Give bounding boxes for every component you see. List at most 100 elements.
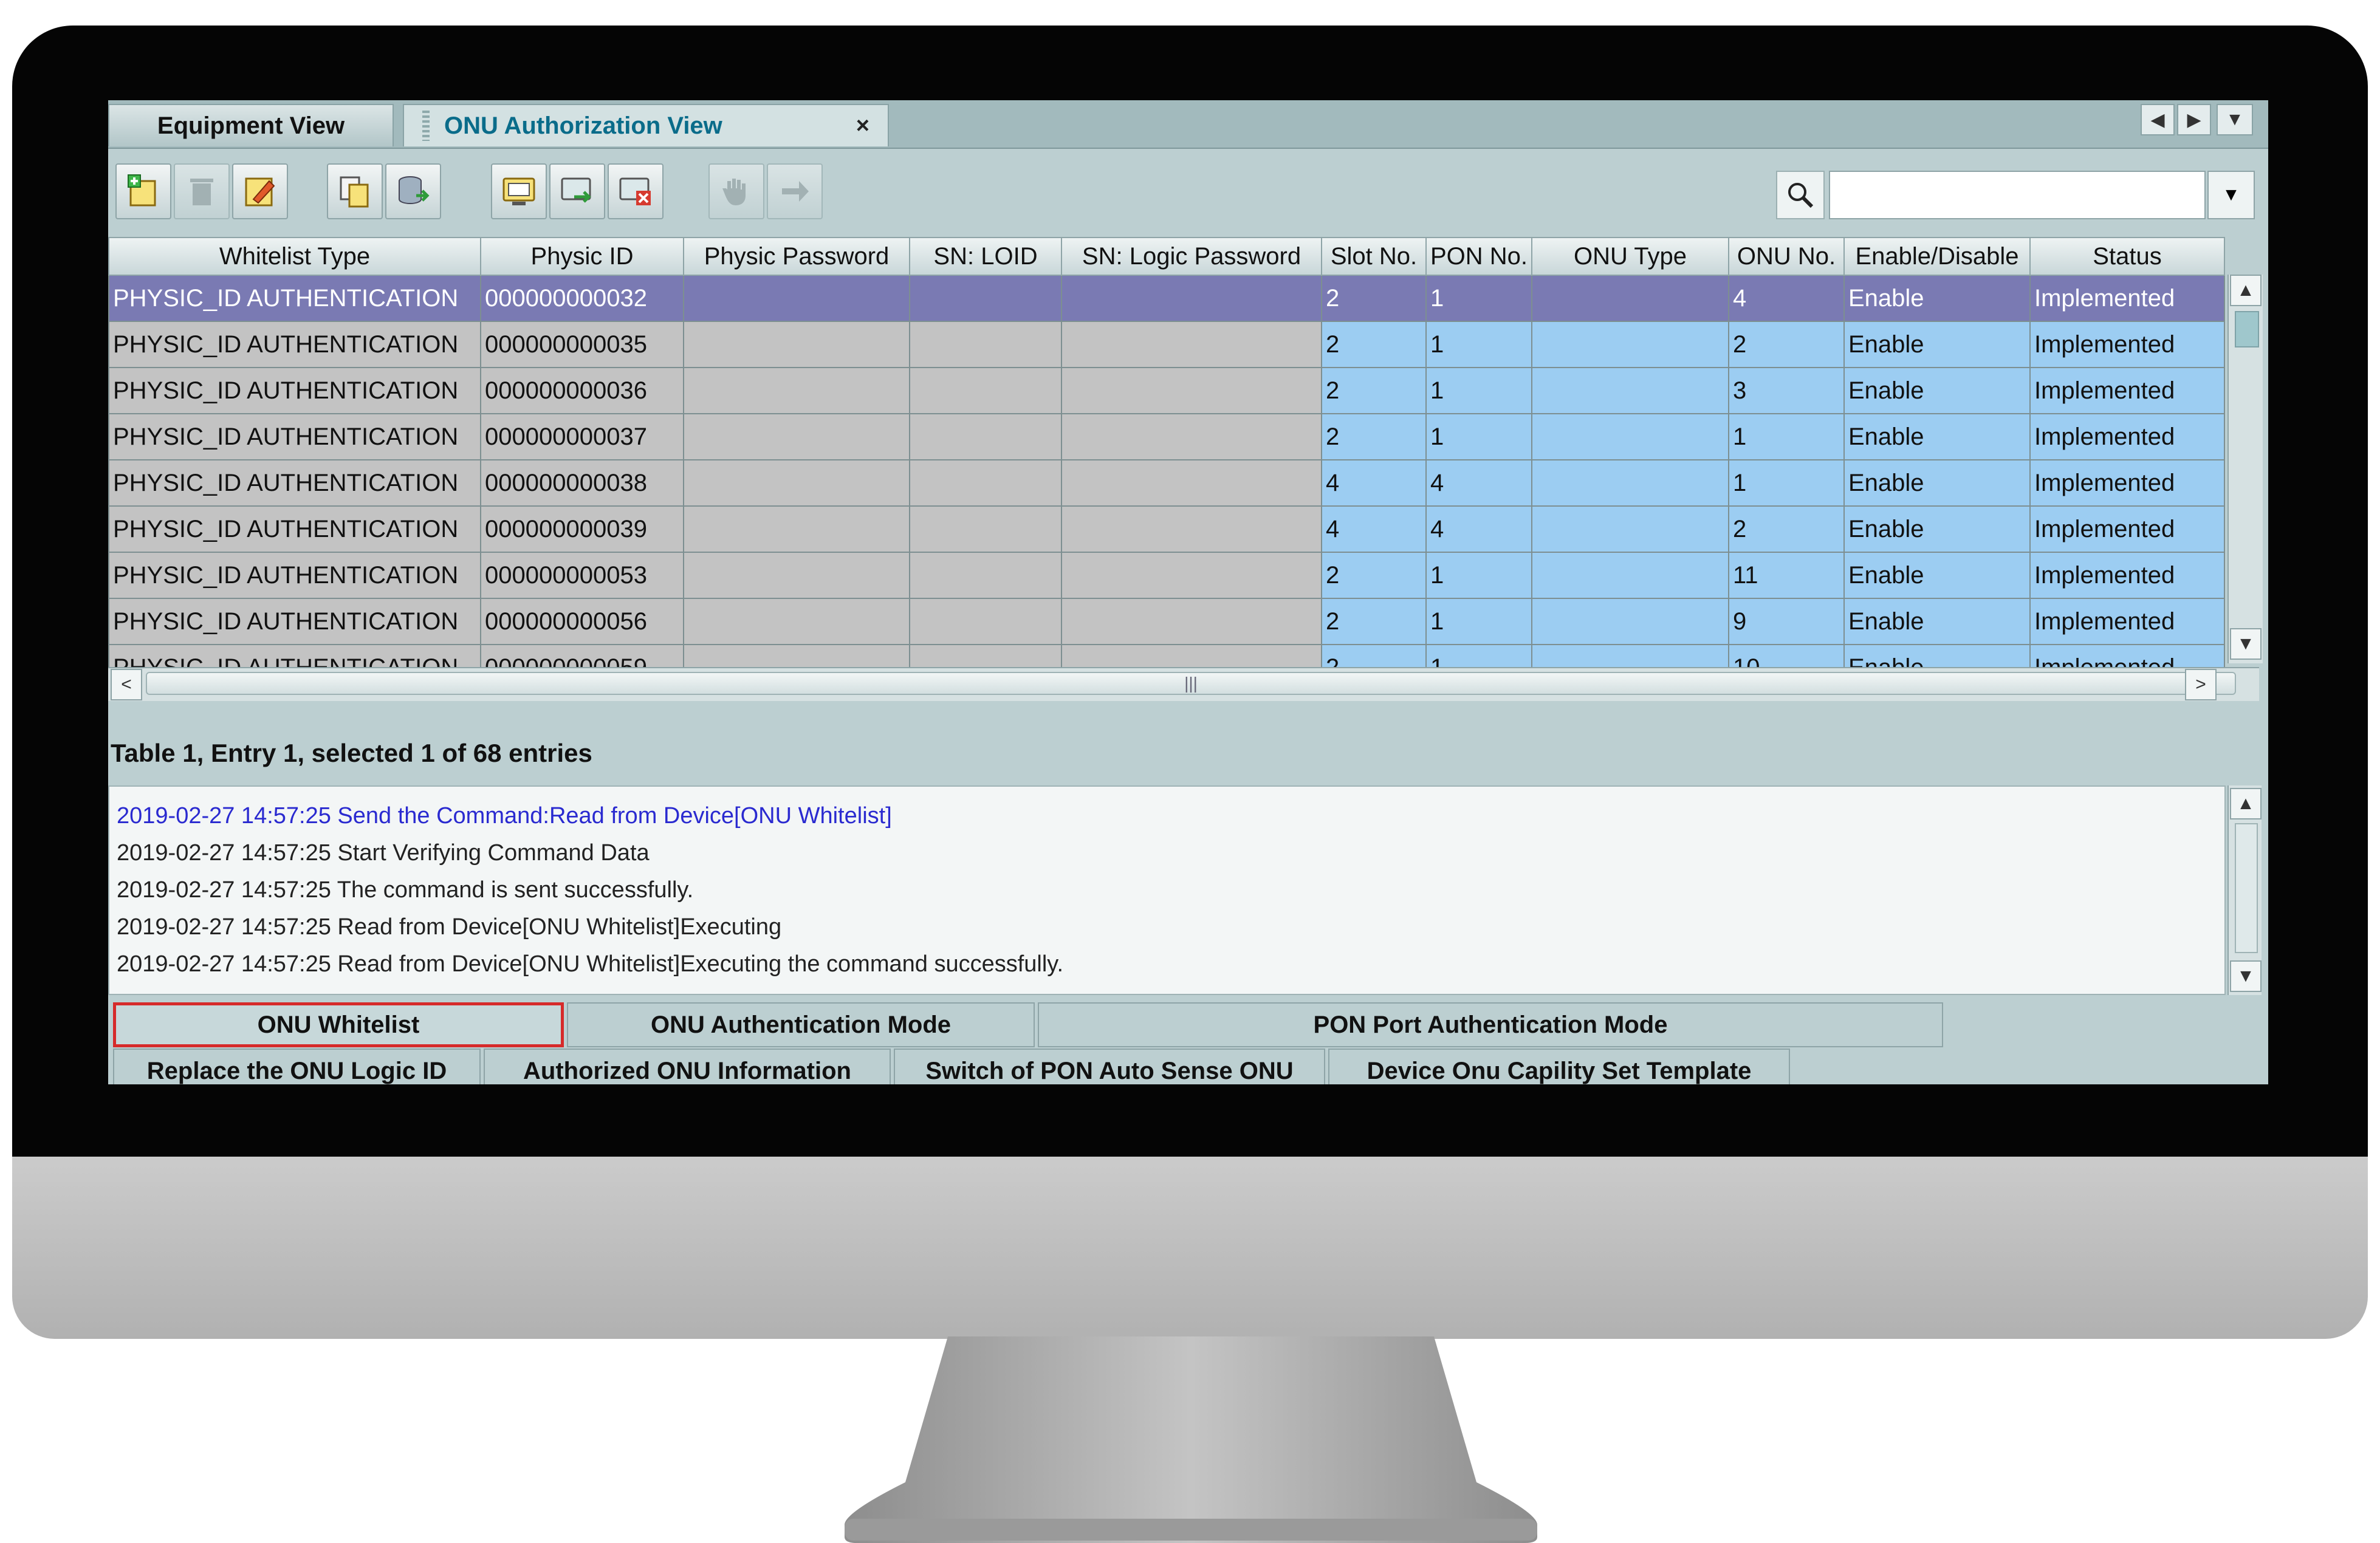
column-header[interactable]: SN: Logic Password — [1061, 237, 1322, 276]
copy-button[interactable] — [327, 163, 383, 219]
table-row[interactable]: PHYSIC_ID AUTHENTICATION 000000000037 2 1 1 E… — [108, 413, 2225, 460]
column-header[interactable]: SN: LOID — [909, 237, 1062, 276]
table-cell[interactable] — [683, 367, 910, 414]
table-cell[interactable] — [1061, 275, 1322, 322]
table-cell[interactable]: 2 — [1321, 598, 1427, 645]
table-cell[interactable] — [1531, 275, 1729, 322]
table-cell[interactable]: Implemented — [2029, 505, 2225, 553]
table-row[interactable]: PHYSIC_ID AUTHENTICATION 000000000032 2 1 4 E… — [108, 275, 2225, 322]
scroll-left-icon[interactable]: < — [111, 669, 142, 700]
table-cell[interactable]: 1 — [1425, 552, 1532, 599]
table-cell[interactable]: Enable — [1843, 321, 2031, 368]
table-cell[interactable]: Enable — [1843, 505, 2031, 553]
table-row[interactable]: PHYSIC_ID AUTHENTICATION 000000000036 2 1 3 E… — [108, 367, 2225, 414]
table-row[interactable]: PHYSIC_ID AUTHENTICATION 000000000038 4 4 1 E… — [108, 459, 2225, 507]
column-header[interactable]: Slot No. — [1321, 237, 1427, 276]
column-header[interactable]: Enable/Disable — [1843, 237, 2031, 276]
table-cell[interactable] — [1061, 505, 1322, 553]
table-cell[interactable]: 9 — [1728, 598, 1845, 645]
table-cell[interactable]: Enable — [1843, 367, 2031, 414]
tab-list-menu-icon[interactable]: ▼ — [2217, 104, 2253, 135]
table-cell[interactable]: PHYSIC_ID AUTHENTICATION — [108, 598, 481, 645]
table-cell[interactable]: PHYSIC_ID AUTHENTICATION — [108, 552, 481, 599]
table-cell[interactable]: 1 — [1425, 598, 1532, 645]
table-cell[interactable]: 1 — [1425, 413, 1532, 460]
table-cell[interactable] — [909, 505, 1062, 553]
table-row[interactable]: PHYSIC_ID AUTHENTICATION 000000000056 2 1 9 E… — [108, 598, 2225, 645]
table-cell[interactable]: 2 — [1321, 275, 1427, 322]
table-cell[interactable] — [909, 459, 1062, 507]
table-cell[interactable] — [909, 598, 1062, 645]
table-cell[interactable]: 11 — [1728, 552, 1845, 599]
column-header[interactable]: ONU No. — [1728, 237, 1845, 276]
table-cell[interactable]: 000000000032 — [480, 275, 684, 322]
table-cell[interactable] — [1061, 459, 1322, 507]
table-cell[interactable] — [683, 598, 910, 645]
database-copy-button[interactable] — [385, 163, 441, 219]
table-cell[interactable] — [1531, 321, 1729, 368]
table-cell[interactable] — [683, 552, 910, 599]
table-cell[interactable] — [1531, 413, 1729, 460]
column-header[interactable]: Physic Password — [683, 237, 910, 276]
search-dropdown-icon[interactable]: ▼ — [2207, 171, 2255, 219]
tab-equipment-view[interactable]: Equipment View — [108, 104, 394, 146]
column-header[interactable]: PON No. — [1425, 237, 1532, 276]
tab-scroll-left-icon[interactable]: ◀ — [2141, 104, 2175, 135]
search-input[interactable] — [1829, 171, 2206, 219]
scroll-thumb[interactable]: ||| — [146, 672, 2236, 695]
hand-button[interactable] — [708, 163, 764, 219]
table-cell[interactable]: Implemented — [2029, 598, 2225, 645]
edit-button[interactable] — [232, 163, 288, 219]
table-cell[interactable] — [909, 275, 1062, 322]
table-cell[interactable]: Implemented — [2029, 321, 2225, 368]
table-cell[interactable]: 2 — [1321, 367, 1427, 414]
table-cell[interactable] — [1531, 598, 1729, 645]
scroll-up-icon[interactable]: ▲ — [2230, 788, 2262, 819]
table-cell[interactable]: 4 — [1425, 459, 1532, 507]
column-header[interactable]: Physic ID — [480, 237, 684, 276]
table-cell[interactable] — [683, 321, 910, 368]
tab-scroll-right-icon[interactable]: ▶ — [2177, 104, 2211, 135]
table-cell[interactable] — [683, 275, 910, 322]
table-horizontal-scrollbar[interactable]: < ||| > — [108, 667, 2259, 701]
table-cell[interactable]: 1 — [1425, 321, 1532, 368]
table-cell[interactable]: Implemented — [2029, 552, 2225, 599]
table-cell[interactable]: 000000000053 — [480, 552, 684, 599]
read-from-device-button[interactable] — [491, 163, 547, 219]
table-row[interactable]: PHYSIC_ID AUTHENTICATION 000000000039 4 4 2 E… — [108, 505, 2225, 553]
table-cell[interactable]: Implemented — [2029, 413, 2225, 460]
table-cell[interactable] — [1531, 552, 1729, 599]
table-cell[interactable]: 000000000039 — [480, 505, 684, 553]
table-cell[interactable]: PHYSIC_ID AUTHENTICATION — [108, 367, 481, 414]
table-cell[interactable]: Enable — [1843, 275, 2031, 322]
table-cell[interactable]: Enable — [1843, 459, 2031, 507]
table-cell[interactable] — [1531, 505, 1729, 553]
table-cell[interactable]: 000000000037 — [480, 413, 684, 460]
table-vertical-scrollbar[interactable]: ▲ ▼ — [2227, 275, 2263, 663]
table-cell[interactable]: PHYSIC_ID AUTHENTICATION — [108, 505, 481, 553]
log-vertical-scrollbar[interactable]: ▲ ▼ — [2227, 785, 2262, 995]
table-cell[interactable]: 000000000038 — [480, 459, 684, 507]
table-cell[interactable]: 000000000036 — [480, 367, 684, 414]
table-cell[interactable]: 4 — [1728, 275, 1845, 322]
table-row[interactable]: PHYSIC_ID AUTHENTICATION 000000000053 2 1 11… — [108, 552, 2225, 599]
table-cell[interactable]: 1 — [1425, 275, 1532, 322]
table-cell[interactable]: Enable — [1843, 552, 2031, 599]
table-cell[interactable]: Implemented — [2029, 367, 2225, 414]
table-cell[interactable]: 2 — [1321, 413, 1427, 460]
table-cell[interactable]: Enable — [1843, 413, 2031, 460]
table-cell[interactable] — [909, 367, 1062, 414]
table-cell[interactable] — [1061, 321, 1322, 368]
search-button[interactable] — [1776, 171, 1825, 219]
scroll-thumb[interactable] — [2235, 823, 2258, 953]
table-cell[interactable]: 1 — [1425, 367, 1532, 414]
tab-replace-onu-logic-id[interactable]: Replace the ONU Logic ID — [113, 1049, 481, 1084]
scroll-thumb[interactable] — [2235, 311, 2259, 347]
scroll-right-icon[interactable]: > — [2185, 669, 2217, 700]
table-cell[interactable]: 2 — [1321, 552, 1427, 599]
column-header[interactable]: ONU Type — [1531, 237, 1729, 276]
table-cell[interactable]: Enable — [1843, 598, 2031, 645]
table-cell[interactable]: Implemented — [2029, 459, 2225, 507]
table-cell[interactable]: 2 — [1728, 321, 1845, 368]
tab-authorized-onu-information[interactable]: Authorized ONU Information — [484, 1049, 891, 1084]
